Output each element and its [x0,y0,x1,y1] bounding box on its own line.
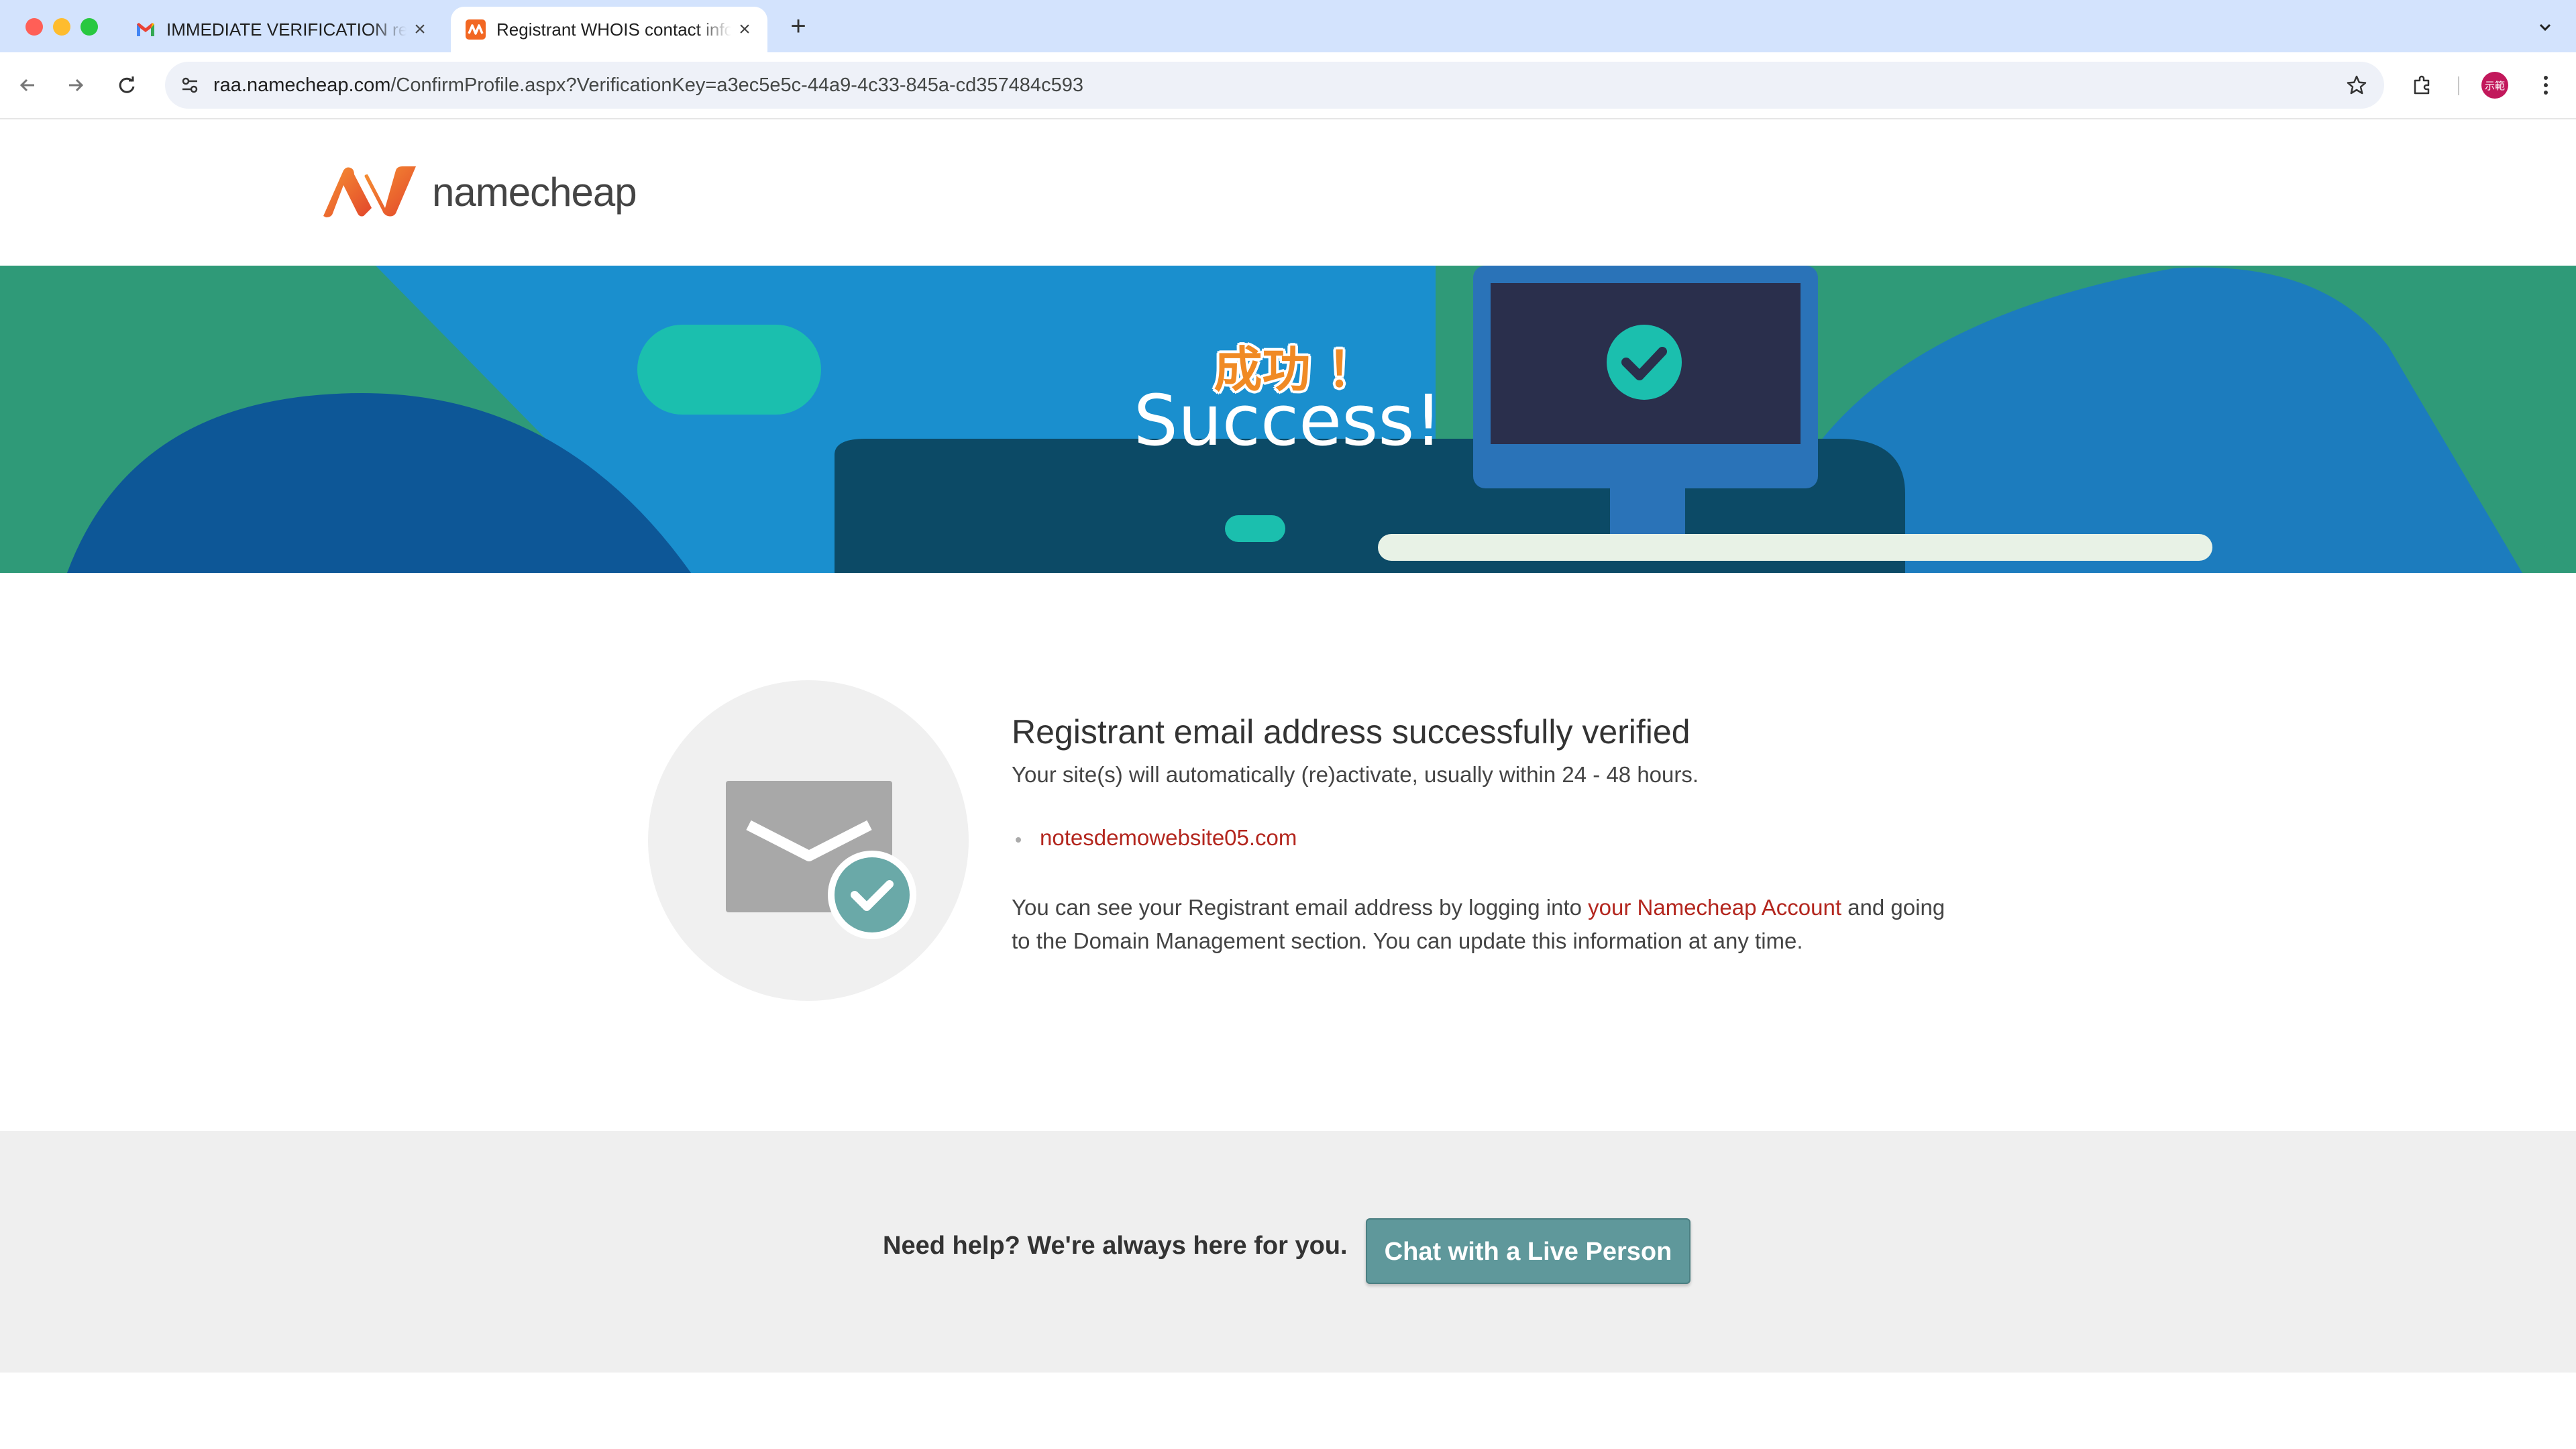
site-info-icon[interactable] [174,70,205,101]
domain-list: notesdemowebsite05.com [1012,825,1297,851]
profile-button[interactable]: 示範 [2477,67,2513,103]
namecheap-logo[interactable]: namecheap [321,165,637,219]
chevron-down-icon [2539,23,2551,32]
reload-icon [119,76,135,93]
back-arrow-icon [19,78,34,92]
url-host: raa.namecheap.com [213,74,391,96]
tab-search-button[interactable] [2530,12,2560,42]
forward-button[interactable] [58,67,94,103]
browser-tab-bar: IMMEDIATE VERIFICATION required × Regist… [0,0,2576,52]
domain-link[interactable]: notesdemowebsite05.com [1012,825,1297,851]
browser-toolbar: raa.namecheap.com/ConfirmProfile.aspx?Ve… [0,52,2576,119]
back-button[interactable] [9,67,46,103]
info-text-before: You can see your Registrant email addres… [1012,895,1589,920]
tab-close-icon[interactable]: × [407,18,433,41]
url-path: /ConfirmProfile.aspx?VerificationKey=a3e… [390,74,1083,96]
tab-close-icon[interactable]: × [731,18,758,41]
live-chat-button[interactable]: Chat with a Live Person [1366,1218,1690,1284]
tab-title: Registrant WHOIS contact information [496,19,731,40]
window-close-button[interactable] [25,18,43,36]
hero-title: Success! [1133,380,1443,462]
verification-content: Registrant email address successfully ve… [0,573,2576,1131]
browser-tab-gmail[interactable]: IMMEDIATE VERIFICATION required × [121,7,443,52]
browser-tab-namecheap[interactable]: Registrant WHOIS contact information × [451,7,767,52]
toolbar-divider [2458,76,2459,95]
namecheap-favicon [466,19,486,40]
url-text: raa.namecheap.com/ConfirmProfile.aspx?Ve… [213,62,1083,109]
help-text: Need help? We're always here for you. [883,1232,1348,1260]
logo-text: namecheap [432,169,637,215]
help-section: Need help? We're always here for you. Ch… [0,1131,2576,1373]
namecheap-account-link[interactable]: your Namecheap Account [1588,895,1841,920]
verification-subtext: Your site(s) will automatically (re)acti… [1012,762,1699,787]
account-info-paragraph: You can see your Registrant email addres… [1012,891,1964,958]
puzzle-icon [2414,75,2430,95]
address-bar[interactable]: raa.namecheap.com/ConfirmProfile.aspx?Ve… [165,62,2384,109]
new-tab-button[interactable]: + [785,9,812,43]
page-footer-space [0,1373,2576,1449]
namecheap-logo-icon [323,166,416,217]
extensions-button[interactable] [2404,67,2440,103]
gmail-icon [136,19,156,40]
site-header: namecheap [0,119,2576,266]
window-minimize-button[interactable] [53,18,70,36]
avatar: 示範 [2481,72,2508,99]
browser-menu-button[interactable] [2528,67,2564,103]
tab-title: IMMEDIATE VERIFICATION required [166,19,407,40]
reload-button[interactable] [109,67,145,103]
forward-arrow-icon [69,78,84,92]
bookmark-star-icon[interactable] [2341,70,2372,101]
verification-heading: Registrant email address successfully ve… [1012,713,1690,751]
success-hero-banner: 成功 ！ Success! [0,266,2576,573]
window-zoom-button[interactable] [80,18,98,36]
more-vertical-icon [2544,76,2548,95]
email-verified-icon [648,680,969,1001]
